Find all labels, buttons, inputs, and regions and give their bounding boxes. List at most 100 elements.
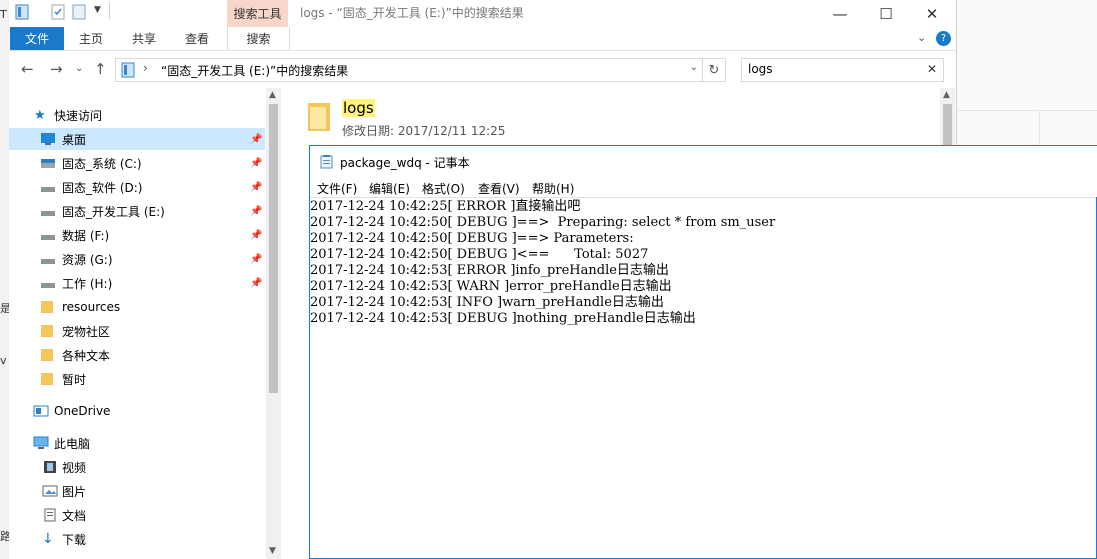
scroll-up-arrow-icon[interactable]: ▲	[943, 90, 950, 100]
nav-item-resources[interactable]: resources	[9, 296, 265, 318]
new-folder-icon[interactable]	[72, 4, 86, 20]
nav-item-temp[interactable]: 暂时	[9, 368, 265, 390]
menu-file[interactable]: 文件(F)	[317, 180, 357, 197]
nav-label: 图片	[62, 484, 87, 499]
modified-label: 修改日期:	[342, 124, 395, 138]
log-line: 2017-12-24 10:42:53[ INFO ]warn_preHandl…	[310, 295, 664, 310]
tab-search[interactable]: 搜索	[227, 27, 290, 50]
menu-format[interactable]: 格式(O)	[422, 180, 465, 197]
nav-label: 固态_开发工具 (E:)	[62, 204, 165, 219]
pin-icon[interactable]: 📌	[250, 134, 262, 145]
refresh-icon[interactable]: ↻	[703, 58, 726, 82]
close-button[interactable]: ✕	[909, 0, 955, 27]
nav-label: 各种文本	[62, 348, 111, 363]
drive-icon	[41, 187, 55, 192]
search-tools-context-header: 搜索工具	[227, 0, 288, 27]
maximize-button[interactable]: ☐	[863, 0, 909, 27]
nav-item-drive-e[interactable]: 固态_开发工具 (E:) 📌	[9, 200, 265, 222]
nav-item-drive-d[interactable]: 固态_软件 (D:) 📌	[9, 176, 265, 198]
search-input[interactable]: logs	[748, 62, 773, 76]
tab-share[interactable]: 共享	[126, 27, 162, 50]
content-scrollbar[interactable]: ▲	[940, 88, 955, 148]
content-scrollbar-thumb[interactable]	[943, 104, 952, 148]
help-icon[interactable]: ?	[936, 31, 951, 46]
up-arrow-icon[interactable]: ↑	[94, 60, 107, 78]
nav-label: 暂时	[62, 372, 87, 387]
pin-icon[interactable]: 📌	[250, 158, 262, 169]
address-bar[interactable]: › “固态_开发工具 (E:)”中的搜索结果 ⌄	[115, 58, 703, 82]
onedrive-icon	[33, 405, 49, 417]
nav-item-texts[interactable]: 各种文本	[9, 344, 265, 366]
nav-item-downloads[interactable]: ↓ 下载	[9, 528, 265, 550]
nav-label: resources	[62, 300, 121, 314]
tab-home[interactable]: 主页	[73, 27, 109, 50]
nav-item-documents[interactable]: 文档	[9, 504, 265, 526]
customize-toolbar-chevron-icon[interactable]: ▼	[94, 5, 101, 15]
pin-icon[interactable]: 📌	[250, 254, 262, 265]
clear-search-icon[interactable]: ✕	[927, 62, 937, 76]
nav-label: 文档	[62, 508, 87, 523]
menu-help[interactable]: 帮助(H)	[532, 180, 574, 197]
folder-icon	[41, 373, 53, 385]
nav-item-drive-g[interactable]: 资源 (G:) 📌	[9, 248, 265, 270]
address-dropdown-chevron-icon[interactable]: ⌄	[690, 62, 698, 73]
nav-item-videos[interactable]: 视频	[9, 456, 265, 478]
scroll-up-arrow-icon[interactable]: ▲	[269, 90, 276, 100]
nav-onedrive[interactable]: OneDrive	[9, 400, 265, 422]
breadcrumb-path[interactable]: “固态_开发工具 (E:)”中的搜索结果	[161, 62, 348, 79]
nav-item-drive-c[interactable]: 固态_系统 (C:) 📌	[9, 152, 265, 174]
background-window	[957, 0, 1097, 145]
nav-label: 下载	[62, 532, 87, 547]
window-title: logs - “固态_开发工具 (E:)”中的搜索结果	[300, 6, 524, 20]
nav-item-drive-f[interactable]: 数据 (F:) 📌	[9, 224, 265, 246]
log-line: 2017-12-24 10:42:50[ DEBUG ]==> Preparin…	[310, 215, 776, 230]
nav-label: 宠物社区	[62, 324, 111, 339]
menu-view[interactable]: 查看(V)	[478, 180, 520, 197]
properties-icon[interactable]	[51, 4, 65, 20]
pin-icon[interactable]: 📌	[250, 230, 262, 241]
expand-ribbon-chevron-icon[interactable]: ⌄	[917, 31, 926, 44]
nav-label: 快速访问	[54, 108, 103, 123]
pin-icon[interactable]: 📌	[250, 206, 262, 217]
nav-label: 数据 (F:)	[62, 228, 110, 243]
tab-file[interactable]: 文件	[10, 27, 64, 50]
drive-icon	[41, 211, 55, 216]
download-arrow-icon: ↓	[42, 531, 54, 547]
nav-item-desktop[interactable]: 桌面 📌	[9, 128, 265, 150]
background-text-fragment: v	[0, 354, 7, 367]
toolbar-divider	[109, 3, 110, 19]
recent-locations-chevron-icon[interactable]: ⌄	[75, 63, 83, 74]
nav-item-pet-community[interactable]: 宠物社区	[9, 320, 265, 342]
nav-quick-access[interactable]: ★ 快速访问	[9, 104, 265, 126]
log-line: 2017-12-24 10:42:50[ DEBUG ]==> Paramete…	[310, 231, 638, 246]
folder-icon	[41, 349, 53, 361]
picture-icon	[42, 485, 58, 497]
pin-icon[interactable]: 📌	[250, 278, 262, 289]
notepad-text-area[interactable]: 2017-12-24 10:42:25[ ERROR ]直接输出吧 2017-1…	[310, 197, 1096, 558]
nav-label: 视频	[62, 460, 87, 475]
back-arrow-icon[interactable]: ←	[21, 60, 34, 78]
search-result-item[interactable]: logs 修改日期: 2017/12/11 12:25	[305, 95, 945, 145]
nav-label: 此电脑	[54, 436, 91, 451]
log-line: 2017-12-24 10:42:53[ ERROR ]info_preHand…	[310, 263, 669, 278]
forward-arrow-icon[interactable]: →	[50, 60, 63, 78]
divider	[1039, 110, 1040, 145]
address-row: ← → ⌄ ↑ › “固态_开发工具 (E:)”中的搜索结果 ⌄ ↻ logs …	[9, 51, 956, 87]
nav-scrollbar-thumb[interactable]	[269, 104, 278, 393]
search-box[interactable]: logs ✕	[741, 58, 944, 82]
minimize-button[interactable]: —	[817, 0, 863, 27]
nav-item-drive-h[interactable]: 工作 (H:) 📌	[9, 272, 265, 294]
scroll-down-arrow-icon[interactable]: ▼	[269, 546, 276, 556]
menu-edit[interactable]: 编辑(E)	[369, 180, 410, 197]
pin-icon[interactable]: 📌	[250, 182, 262, 193]
result-name[interactable]: logs	[342, 99, 375, 117]
title-bar: ▼ 搜索工具 logs - “固态_开发工具 (E:)”中的搜索结果 — ☐ ✕	[9, 0, 956, 27]
nav-label: 固态_软件 (D:)	[62, 180, 143, 195]
drive-icon	[41, 283, 55, 288]
nav-scrollbar[interactable]: ▲ ▼	[266, 88, 281, 559]
drive-icon	[41, 259, 55, 264]
nav-item-pictures[interactable]: 图片	[9, 480, 265, 502]
nav-this-pc[interactable]: 此电脑	[9, 432, 265, 454]
tab-view[interactable]: 查看	[179, 27, 215, 50]
folder-icon	[308, 103, 330, 131]
